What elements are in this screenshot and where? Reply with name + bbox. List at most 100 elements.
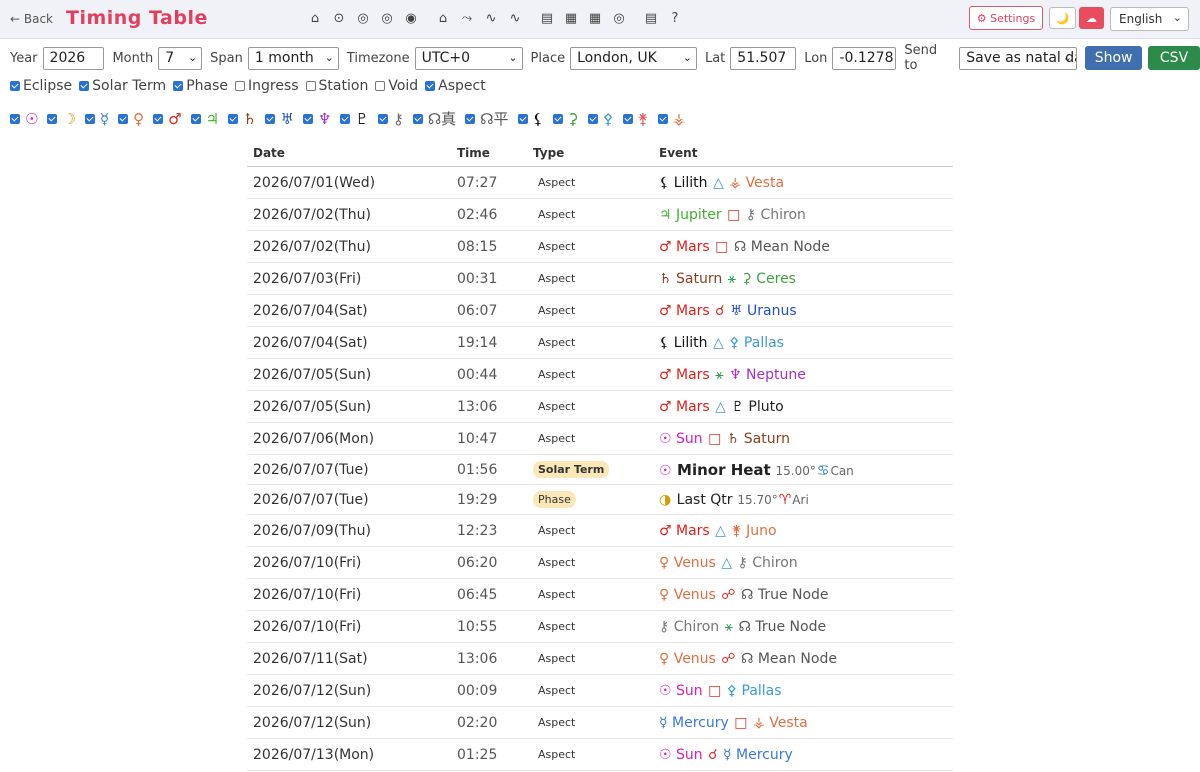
checkbox[interactable] xyxy=(10,113,20,124)
table-row[interactable]: 2026/07/01(Wed) 07:27 Aspect ⚸ Lilith △ ⚶ V… xyxy=(247,166,953,199)
checkbox[interactable] xyxy=(47,113,58,124)
planet-filter[interactable]: ☊平 xyxy=(465,108,509,129)
timezone-select[interactable]: UTC+0 ⌄ xyxy=(414,46,523,70)
target-icon[interactable]: ◎ xyxy=(378,9,396,27)
wave-icon[interactable]: ∿ xyxy=(506,9,524,27)
planet-filter[interactable]: ⚵ xyxy=(622,110,649,128)
cloud-icon[interactable]: ☁ xyxy=(1079,7,1104,29)
table-row[interactable]: 2026/07/05(Sun) 00:44 Aspect ♂ Mars ⚹ ♆ Nep… xyxy=(247,358,953,391)
checkbox[interactable] xyxy=(302,113,313,124)
planet-filter[interactable]: ♀ xyxy=(118,110,144,128)
planet-filter[interactable]: ♅ xyxy=(265,110,294,128)
chevron-down-icon: ⌄ xyxy=(187,50,198,64)
month-select[interactable]: 7 ⌄ xyxy=(158,46,203,70)
checkbox[interactable] xyxy=(622,113,633,124)
planet-filter[interactable]: ☽ xyxy=(47,110,76,128)
planet-filter[interactable]: ⚸ xyxy=(517,110,544,128)
checkbox[interactable] xyxy=(84,113,95,124)
table-row[interactable]: 2026/07/02(Thu) 02:46 Aspect ♃ Jupiter □ ⚷ … xyxy=(247,198,953,231)
chart-icon[interactable]: ⤳ xyxy=(458,9,476,27)
place-select[interactable]: London, UK ⌄ xyxy=(570,46,697,70)
table-row[interactable]: 2026/07/09(Thu) 12:23 Aspect ♂ Mars △ ⚵ Jun… xyxy=(247,514,953,547)
table-row[interactable]: 2026/07/13(Mon) 01:25 Aspect ☉ Sun ☌ ☿ Merc… xyxy=(247,738,953,771)
planet-filter[interactable]: ☊真 xyxy=(412,108,456,129)
checkbox[interactable] xyxy=(228,113,239,124)
checkbox[interactable] xyxy=(375,81,386,91)
table-row[interactable]: 2026/07/02(Thu) 08:15 Aspect ♂ Mars □ ☊ Mea… xyxy=(247,230,953,263)
filter-phase[interactable]: Phase xyxy=(173,78,228,94)
table-row[interactable]: 2026/07/10(Fri) 06:45 Aspect ♀ Venus ☍ ☊ Tr… xyxy=(247,578,953,611)
table-row[interactable]: 2026/07/06(Mon) 10:47 Aspect ☉ Sun □ ♄ Satu… xyxy=(247,422,953,455)
lat-input[interactable]: 51.507 xyxy=(730,46,797,70)
table-row[interactable]: 2026/07/10(Fri) 06:20 Aspect ♀ Venus △ ⚷ Ch… xyxy=(247,546,953,579)
checkbox[interactable] xyxy=(235,81,245,91)
checkbox[interactable] xyxy=(10,81,20,91)
checkbox[interactable] xyxy=(517,113,528,124)
checkbox[interactable] xyxy=(552,113,563,124)
checkbox[interactable] xyxy=(153,113,164,124)
table-row[interactable]: 2026/07/11(Sat) 13:06 Aspect ♀ Venus ☍ ☊ Me… xyxy=(247,642,953,675)
target-icon[interactable]: ◎ xyxy=(354,9,372,27)
clipboard-icon[interactable]: ▤ xyxy=(642,9,660,27)
moon-icon[interactable]: 🌙 xyxy=(1049,7,1076,29)
table-row[interactable]: 2026/07/10(Fri) 10:55 Aspect ⚷ Chiron ⚹ ☊ T… xyxy=(247,610,953,643)
checkbox[interactable] xyxy=(465,113,476,124)
calendar-icon[interactable]: ▦ xyxy=(586,9,604,27)
filter-ingress[interactable]: Ingress xyxy=(235,78,299,94)
planet-filter[interactable]: ♂ xyxy=(153,110,182,128)
wave-icon[interactable]: ∿ xyxy=(482,9,500,27)
filter-aspect[interactable]: Aspect xyxy=(425,78,486,94)
checkbox[interactable] xyxy=(173,81,184,91)
planet-filter[interactable]: ⚳ xyxy=(552,110,579,128)
checkbox[interactable] xyxy=(79,81,90,91)
sun-icon[interactable]: ◉ xyxy=(402,9,420,27)
calendar-icon[interactable]: ▦ xyxy=(562,9,580,27)
span-select[interactable]: 1 month ⌄ xyxy=(247,46,339,70)
planet-filter[interactable]: ⚴ xyxy=(587,110,614,128)
planet-filter[interactable]: ⚶ xyxy=(657,110,685,128)
checkbox[interactable] xyxy=(377,113,388,124)
checkbox[interactable] xyxy=(412,113,423,124)
table-row[interactable]: 2026/07/03(Fri) 00:31 Aspect ♄ Saturn ⚹ ⚳ C… xyxy=(247,262,953,295)
circle-icon[interactable]: ⊙ xyxy=(330,9,348,27)
table-row[interactable]: 2026/07/12(Sun) 02:20 Aspect ☿ Mercury □ ⚶ … xyxy=(247,706,953,739)
help-icon[interactable]: ? xyxy=(666,9,684,27)
checkbox[interactable] xyxy=(657,113,668,124)
checkbox[interactable] xyxy=(265,113,276,124)
table-row[interactable]: 2026/07/05(Sun) 13:06 Aspect ♂ Mars △ ♇ Plu… xyxy=(247,390,953,423)
planet-filter[interactable]: ♇ xyxy=(340,110,369,128)
planet-filter[interactable]: ☿ xyxy=(84,110,109,128)
planet-filter[interactable]: ♄ xyxy=(228,110,256,128)
checkbox[interactable] xyxy=(305,81,316,91)
year-input[interactable]: 2026 xyxy=(42,46,105,70)
table-row[interactable]: 2026/07/04(Sat) 19:14 Aspect ⚸ Lilith △ ⚴ P… xyxy=(247,326,953,359)
checkbox[interactable] xyxy=(118,113,129,124)
show-button[interactable]: Show xyxy=(1085,46,1143,70)
checkbox[interactable] xyxy=(587,113,598,124)
settings-button[interactable]: ⚙ Settings xyxy=(969,6,1043,30)
language-select[interactable]: English ⌄ xyxy=(1110,7,1189,31)
planet-filter[interactable]: ☉ xyxy=(10,110,38,128)
image-icon[interactable]: ▤ xyxy=(538,9,556,27)
filter-solar-term[interactable]: Solar Term xyxy=(79,78,166,94)
planet-filter[interactable]: ♃ xyxy=(190,110,219,128)
table-row[interactable]: 2026/07/04(Sat) 06:07 Aspect ♂ Mars ☌ ♅ Ura… xyxy=(247,294,953,327)
back-link[interactable]: ← Back xyxy=(10,12,53,26)
home-icon[interactable]: ⌂ xyxy=(306,9,324,27)
planet-filter[interactable]: ♆ xyxy=(302,110,331,128)
robot-icon[interactable]: ⌂ xyxy=(434,9,452,27)
checkbox[interactable] xyxy=(340,113,351,124)
filter-eclipse[interactable]: Eclipse xyxy=(10,78,72,94)
table-row[interactable]: 2026/07/07(Tue) 01:56 Solar Term ☉ Minor He… xyxy=(247,454,953,485)
lon-input[interactable]: -0.1278 xyxy=(832,46,897,70)
table-row[interactable]: 2026/07/07(Tue) 19:29 Phase ◑ Last Qtr 15.7… xyxy=(247,484,953,515)
planet-filter[interactable]: ⚷ xyxy=(377,110,404,128)
filter-void[interactable]: Void xyxy=(375,78,418,94)
filter-station[interactable]: Station xyxy=(305,78,368,94)
compass-icon[interactable]: ◎ xyxy=(610,9,628,27)
csv-button[interactable]: CSV xyxy=(1148,46,1200,70)
checkbox[interactable] xyxy=(425,81,436,91)
send-select[interactable]: Save as natal data⌄ xyxy=(959,46,1078,70)
table-row[interactable]: 2026/07/12(Sun) 00:09 Aspect ☉ Sun □ ⚴ Pall… xyxy=(247,674,953,707)
checkbox[interactable] xyxy=(190,113,201,124)
